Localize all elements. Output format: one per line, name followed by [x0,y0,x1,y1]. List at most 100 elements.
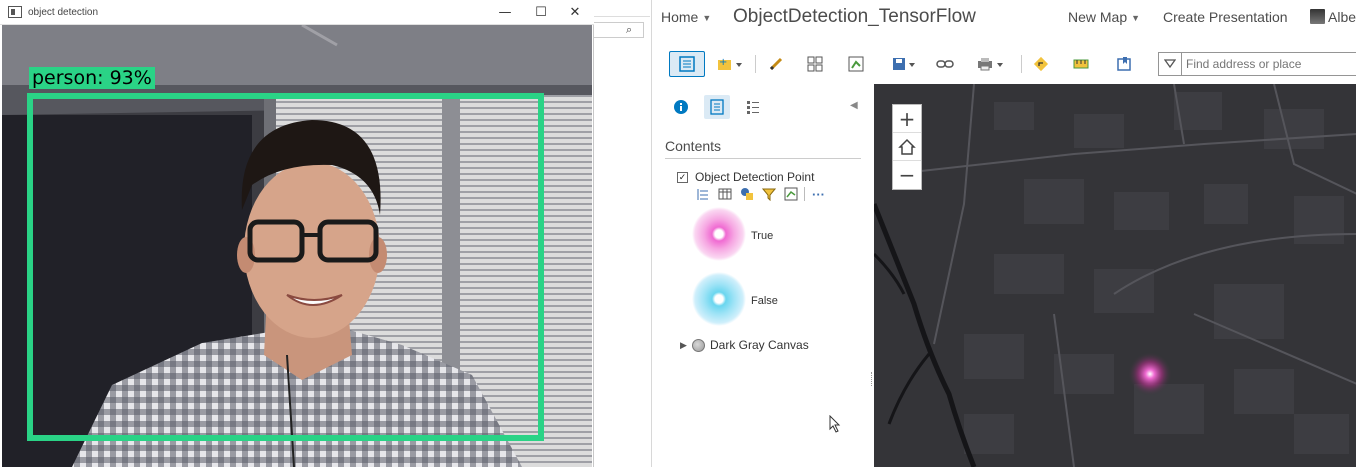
home-menu-label: Home [661,9,699,25]
perform-analysis-icon[interactable] [782,186,799,202]
legend-list-icon [747,101,759,114]
search-icon[interactable]: ⌕ [626,24,632,37]
home-menu[interactable]: Home ▼ [661,9,711,25]
background-search-field[interactable]: ⌕ [594,22,644,38]
directions-icon [1033,56,1049,72]
address-search-input[interactable] [1182,57,1352,71]
layer-name[interactable]: Object Detection Point [695,170,814,184]
basemap-globe-icon [692,338,705,352]
background-window-divider [594,16,650,17]
change-style-icon-graphic [740,188,753,200]
print-button[interactable] [974,51,1008,77]
share-button[interactable] [932,51,958,77]
layer-object-detection-point[interactable]: ✓ Object Detection Point [677,170,814,184]
panel-resize-handle[interactable] [871,372,873,386]
toolbar-separator [755,55,756,73]
layer-tools: ··· [694,186,827,202]
contents-title: Contents [665,138,722,154]
legend-label-false: False [751,295,778,307]
contents-divider [665,158,861,159]
measure-button[interactable] [1068,51,1094,77]
add-layer-button[interactable]: + [715,51,745,77]
expand-caret-icon[interactable]: ▶ [680,340,690,351]
background-window: ⌕ [594,0,650,467]
detection-point-marker[interactable] [1128,352,1172,396]
layer-visibility-checkbox[interactable]: ✓ [677,171,688,183]
collapse-panel-icon[interactable]: ◀ [850,100,858,111]
contents-panel: ◀ Contents ✓ Object Detection Point ··· … [652,84,874,467]
layer-tools-separator [804,187,805,201]
detection-label: person: 93% [29,67,155,89]
pencil-icon [769,57,783,71]
show-legend-icon-graphic [697,189,708,200]
table-icon-graphic [718,188,731,200]
address-search[interactable] [1158,52,1356,76]
zoom-out-button[interactable]: − [893,161,921,189]
new-map-label: New Map [1068,9,1128,25]
bookmarks-button[interactable] [1111,51,1137,77]
app-window-icon [8,6,22,18]
save-button[interactable] [890,51,920,77]
basemap-grid-icon [807,56,823,72]
map-toolbar: + [652,44,1356,84]
map-title: ObjectDetection_TensorFlow [733,6,976,27]
filter-icon-graphic [761,188,776,201]
map-viewer-header: Home ▼ ObjectDetection_TensorFlow New Map… [652,0,1356,36]
basemap-name[interactable]: Dark Gray Canvas [710,338,809,352]
detection-window-titlebar[interactable]: object detection — ☐ ✕ [0,0,594,25]
legend-symbol-false [692,272,746,326]
analysis-icon [848,56,864,72]
new-map-menu[interactable]: New Map ▼ [1068,9,1140,25]
directions-button[interactable] [1028,51,1054,77]
search-source-dropdown[interactable] [1159,53,1182,75]
zoom-control: + − [892,104,922,190]
bookmark-icon [1117,57,1131,71]
link-icon [936,60,954,68]
measure-icon [1073,59,1089,69]
map-viewer-window: Home ▼ ObjectDetection_TensorFlow New Map… [651,0,1356,467]
create-presentation-link[interactable]: Create Presentation [1163,9,1288,25]
save-icon [893,58,915,70]
info-icon [674,100,688,114]
filter-icon[interactable] [760,186,777,202]
home-extent-button[interactable] [893,133,921,161]
tab-about[interactable] [668,95,694,119]
show-legend-icon[interactable] [694,186,711,202]
contents-icon [710,99,724,115]
toolbar-separator [1021,55,1022,73]
legend-symbol-true [692,207,746,261]
maximize-button[interactable]: ☐ [524,0,558,25]
tab-contents[interactable] [704,95,730,119]
filter-down-icon [1164,59,1176,69]
minimize-button[interactable]: — [488,0,522,25]
user-avatar[interactable] [1310,9,1325,24]
detection-window-title: object detection [28,6,99,18]
zoom-in-button[interactable]: + [893,105,921,133]
details-toggle-button[interactable] [669,51,705,77]
home-icon [898,138,916,155]
analysis-button[interactable] [843,51,869,77]
user-name[interactable]: Albe [1328,9,1356,25]
change-style-icon[interactable] [738,186,755,202]
close-button[interactable]: ✕ [558,0,592,25]
perform-analysis-icon-graphic [784,187,797,201]
basemap-button[interactable] [802,51,828,77]
layer-dark-gray-canvas[interactable]: ▶ Dark Gray Canvas [680,338,809,352]
printer-icon [978,58,1003,71]
mouse-cursor-icon [829,415,841,433]
chevron-down-icon: ▼ [702,13,712,23]
more-options-icon[interactable]: ··· [810,186,827,202]
tab-legend[interactable] [740,95,766,119]
table-icon[interactable] [716,186,733,202]
dark-gray-basemap [874,84,1356,467]
chevron-down-icon: ▼ [1131,13,1141,23]
map-view[interactable]: + − [874,84,1356,467]
legend-label-true: True [751,230,774,242]
svg-text:+: + [719,57,727,68]
detection-bounding-box [27,93,544,441]
details-panel-icon [679,56,695,72]
panel-tabs: ◀ [652,92,874,122]
edit-button[interactable] [763,51,789,77]
detection-window: object detection — ☐ ✕ person: 93% [0,0,594,467]
add-layer-icon: + [718,57,742,70]
